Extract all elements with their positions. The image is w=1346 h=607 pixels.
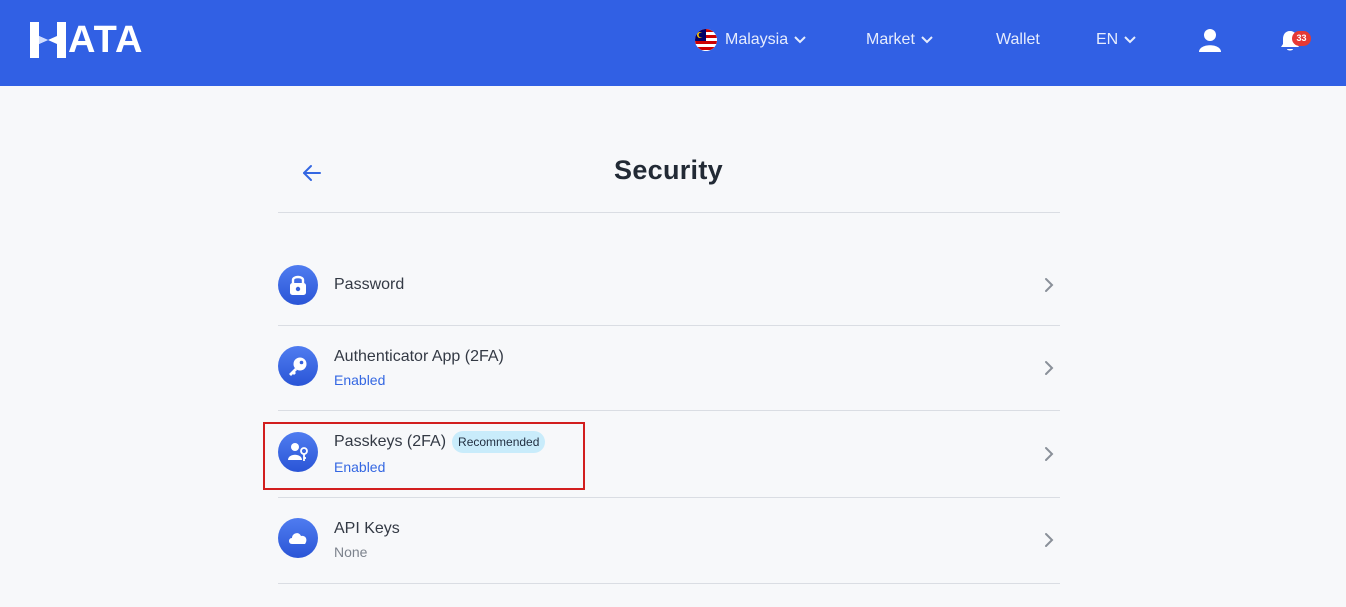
language-label: EN	[1096, 31, 1119, 48]
market-menu[interactable]: Market	[866, 28, 933, 52]
lock-icon	[278, 265, 318, 305]
wallet-label: Wallet	[996, 31, 1040, 48]
logo-text: ATA	[68, 19, 144, 61]
chevron-right-icon	[1045, 361, 1054, 375]
security-item-api-keys[interactable]: API Keys None	[278, 498, 1060, 584]
malaysia-flag-icon	[695, 29, 717, 51]
highlight-box	[263, 422, 585, 490]
country-label: Malaysia	[725, 31, 789, 48]
cloud-icon	[278, 518, 318, 558]
item-title: Authenticator App (2FA)	[334, 348, 504, 365]
user-icon	[1199, 29, 1221, 52]
security-item-authenticator-app[interactable]: Authenticator App (2FA) Enabled	[278, 326, 1060, 411]
chevron-down-icon	[1124, 36, 1136, 44]
language-selector[interactable]: EN	[1096, 28, 1136, 52]
logo-mark-icon	[30, 22, 66, 58]
divider	[278, 212, 1060, 213]
item-status: None	[334, 544, 368, 560]
chevron-down-icon	[794, 36, 806, 44]
chevron-right-icon	[1045, 447, 1054, 461]
country-selector[interactable]: Malaysia	[695, 28, 806, 52]
item-title: API Keys	[334, 520, 400, 537]
chevron-down-icon	[921, 36, 933, 44]
item-title: Password	[334, 276, 405, 293]
item-status: Enabled	[334, 372, 386, 388]
page-title: Security	[614, 155, 723, 185]
top-navigation-bar: ATA Malaysia Market Wallet EN 33	[0, 0, 1346, 86]
wallet-link[interactable]: Wallet	[996, 28, 1040, 52]
notification-count-badge: 33	[1292, 31, 1311, 46]
chevron-right-icon	[1045, 278, 1054, 292]
key-icon	[278, 346, 318, 386]
account-button[interactable]	[1199, 28, 1221, 57]
chevron-right-icon	[1045, 533, 1054, 547]
market-label: Market	[866, 31, 915, 48]
security-item-password[interactable]: Password	[278, 242, 1060, 326]
hata-logo[interactable]: ATA	[30, 20, 143, 60]
